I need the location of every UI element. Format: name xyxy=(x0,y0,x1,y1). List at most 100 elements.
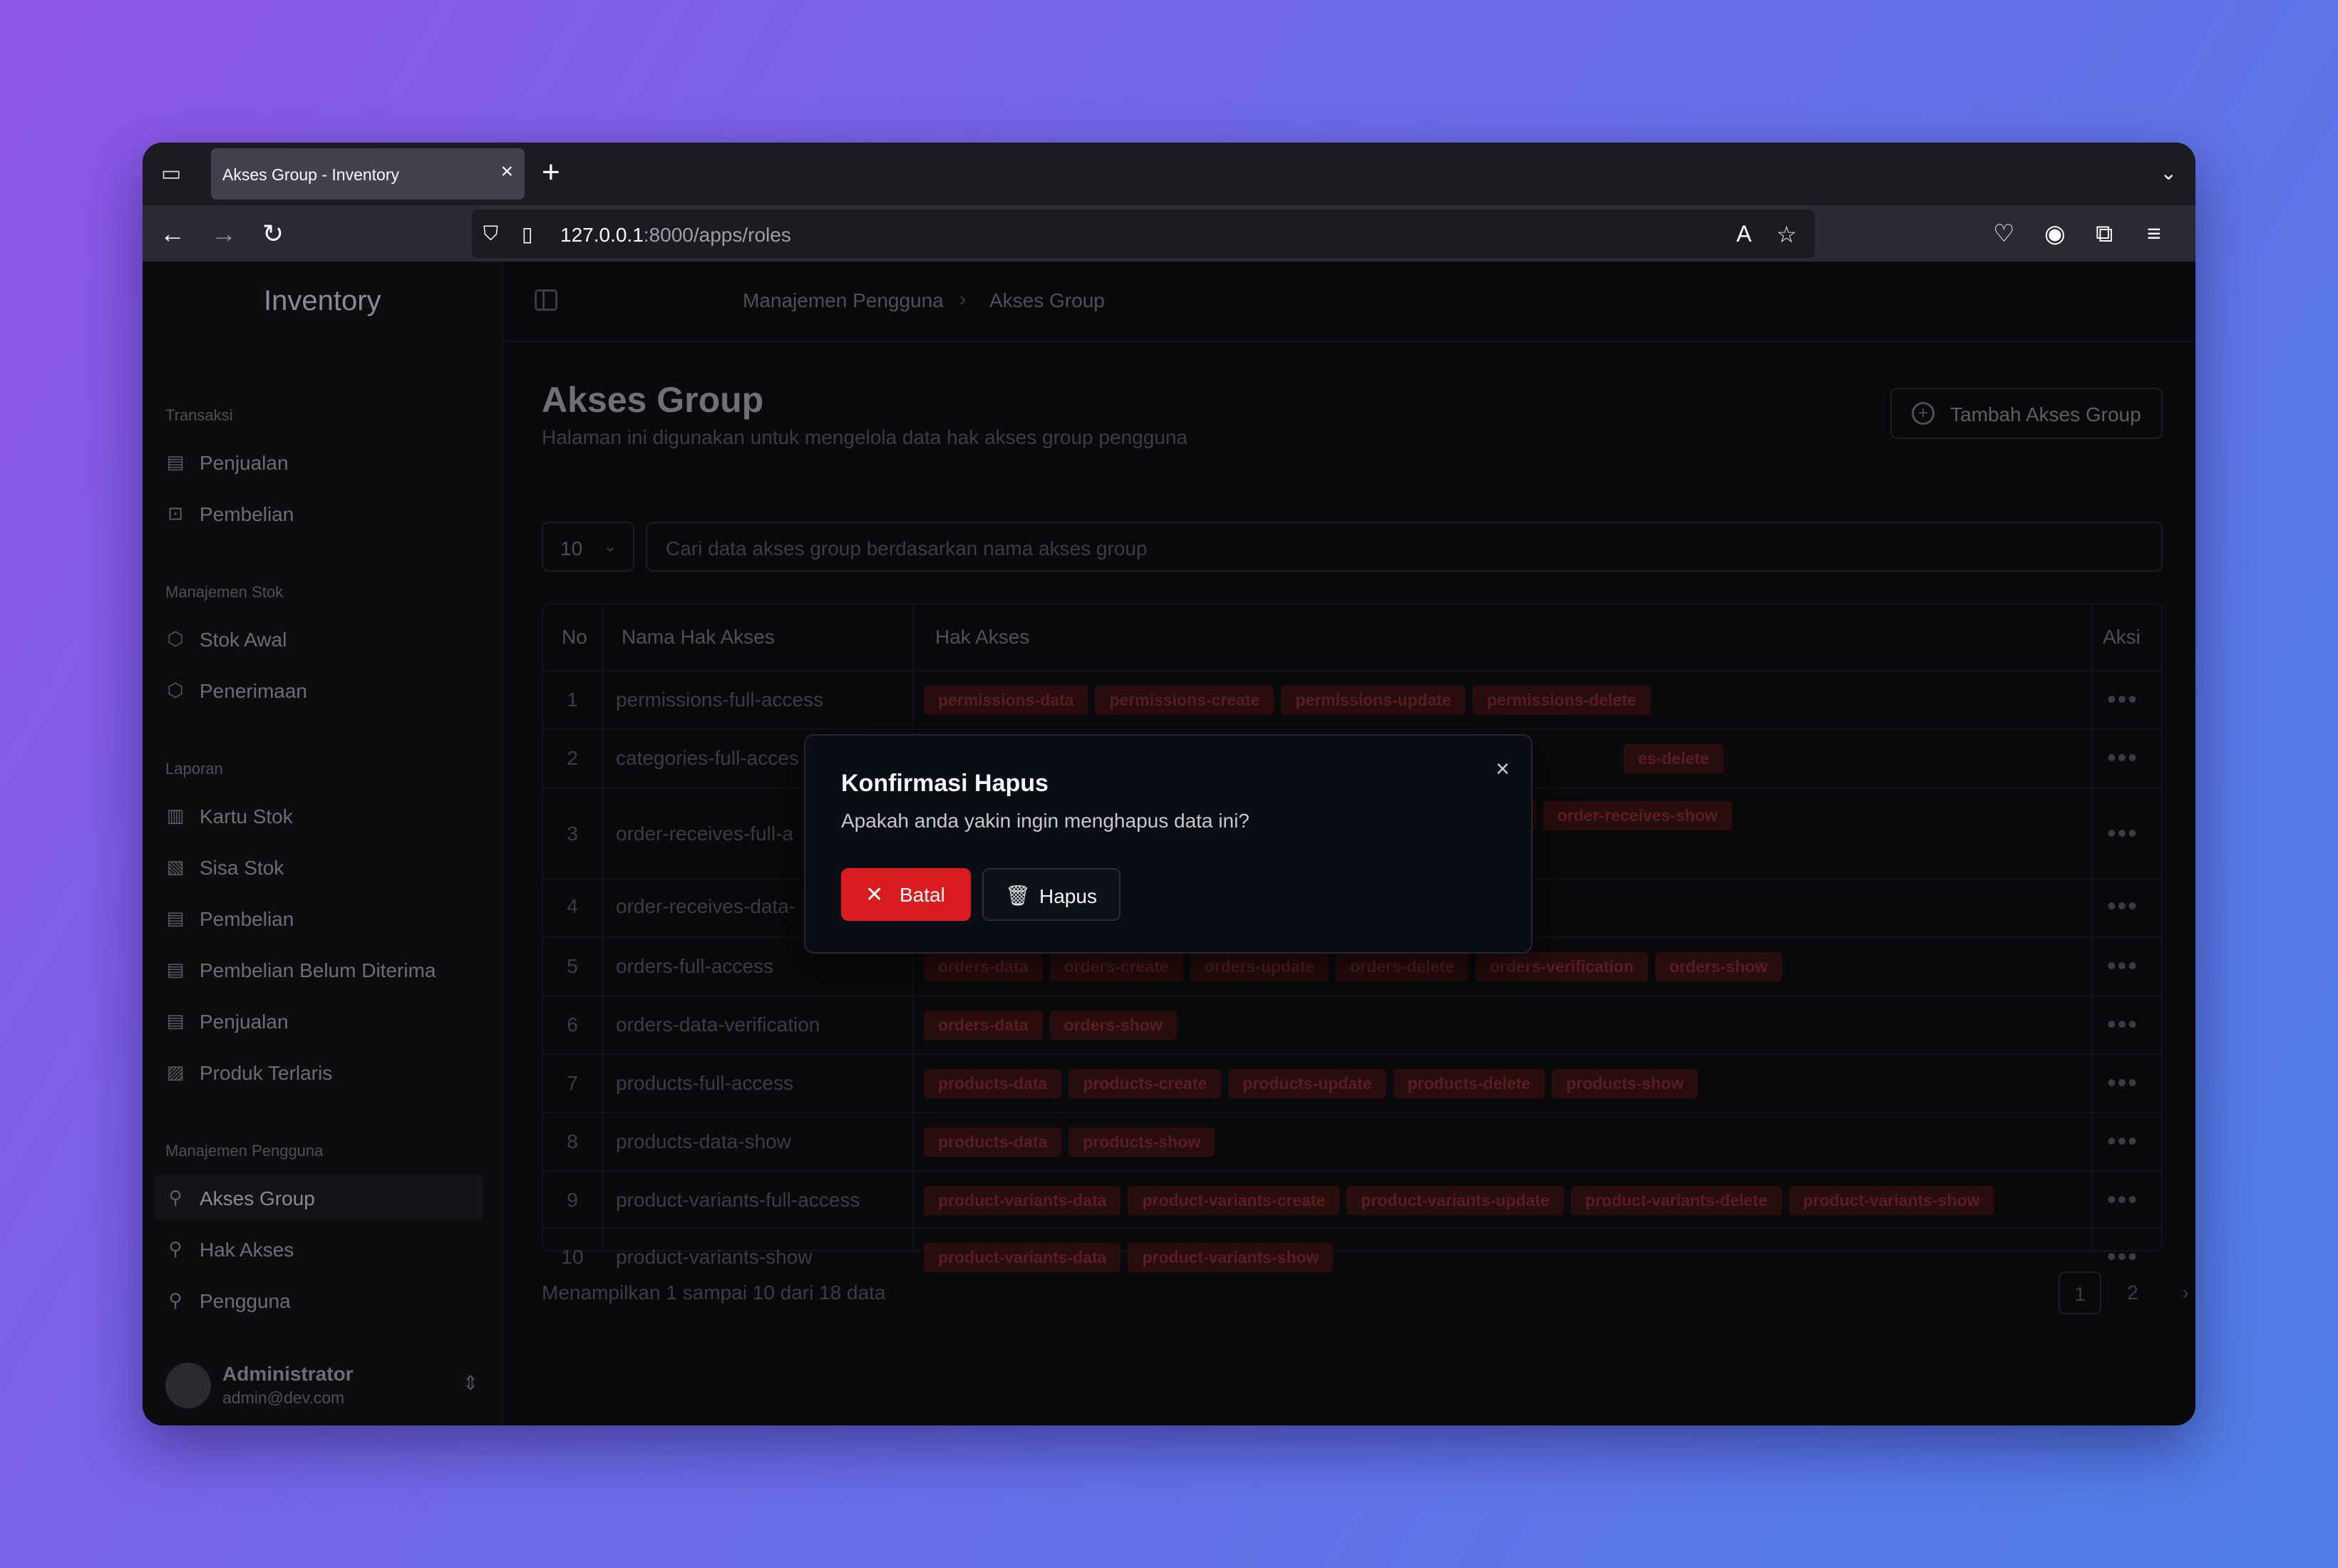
sidebar-item-produk-terlaris[interactable]: ▨ Produk Terlaris xyxy=(154,1049,483,1095)
permission-tag: orders-update xyxy=(1190,952,1329,981)
avatar xyxy=(165,1363,211,1408)
row-actions-more-icon[interactable]: ••• xyxy=(2107,891,2138,921)
user-email: admin@dev.com xyxy=(222,1388,345,1407)
next-page-button[interactable]: › xyxy=(2164,1272,2195,1314)
tab-list-chevron-icon[interactable]: ⌄ xyxy=(2161,161,2177,185)
page-info-icon[interactable]: ▯ xyxy=(522,222,532,246)
permission-tags: product-variants-data product-variants-s… xyxy=(924,1243,1334,1272)
breadcrumb-manajemen-pengguna[interactable]: Manajemen Pengguna xyxy=(743,289,944,312)
url-text[interactable]: 127.0.0.1:8000/apps/roles xyxy=(560,224,791,247)
sidebar-item-stok-awal[interactable]: ⬡ Stok Awal xyxy=(154,616,483,661)
close-icon[interactable]: × xyxy=(1495,755,1510,783)
permission-tag: product-variants-update xyxy=(1346,1186,1564,1215)
tab-close-icon[interactable]: × xyxy=(500,160,513,184)
tab-title: Akses Group - Inventory xyxy=(222,165,399,184)
permission-tag: orders-data xyxy=(924,1011,1043,1040)
users-icon: ⚲ xyxy=(168,1289,182,1311)
shield-icon[interactable]: ⛉ xyxy=(483,222,503,245)
section-transaksi: Transaksi xyxy=(165,406,233,424)
permission-tag: products-update xyxy=(1228,1069,1386,1098)
permission-tag: permissions-delete xyxy=(1472,686,1651,715)
permission-tag: permissions-create xyxy=(1095,686,1274,715)
account-icon[interactable]: ◉ xyxy=(2044,220,2066,248)
row-actions-more-icon[interactable]: ••• xyxy=(2107,1126,2138,1156)
browser-tab[interactable]: Akses Group - Inventory × xyxy=(211,148,525,200)
permission-tag: product-variants-delete xyxy=(1570,1186,1782,1215)
add-akses-group-button[interactable]: + Tambah Akses Group xyxy=(1890,388,2163,439)
sidebar-item-pengguna[interactable]: ⚲ Pengguna xyxy=(154,1277,483,1323)
translate-icon[interactable]: A xyxy=(1736,221,1751,247)
dialog-message: Apakah anda yakin ingin menghapus data i… xyxy=(841,810,1250,832)
row-actions-more-icon[interactable]: ••• xyxy=(2107,743,2138,773)
table-row: 7 products-full-access products-data pro… xyxy=(543,1053,2161,1112)
package-icon: ⬡ xyxy=(167,628,184,649)
url-bar[interactable]: ⛉ ▯ 127.0.0.1:8000/apps/roles A ☆ xyxy=(472,210,1815,258)
top-bar: Manajemen Pengguna › Akses Group xyxy=(503,262,2195,342)
sidebar-item-akses-group[interactable]: ⚲ Akses Group xyxy=(154,1175,483,1220)
header-no: No xyxy=(562,626,587,648)
menu-hamburger-icon[interactable]: ≡ xyxy=(2147,220,2161,248)
row-actions-more-icon[interactable]: ••• xyxy=(2107,1068,2138,1098)
dialog-title: Konfirmasi Hapus xyxy=(841,770,1049,797)
user-key-icon: ⚲ xyxy=(168,1187,182,1208)
permission-tag: orders-show xyxy=(1049,1011,1177,1040)
extensions-icon[interactable]: ⧉ xyxy=(2096,220,2113,248)
user-icon: ⚲ xyxy=(168,1238,182,1259)
report-chart-icon: ▥ xyxy=(166,805,185,826)
sidebar-item-pembelian[interactable]: ⊡ Pembelian xyxy=(154,490,483,536)
back-arrow-icon[interactable]: ← xyxy=(160,218,185,249)
row-actions-more-icon[interactable]: ••• xyxy=(2107,1242,2138,1272)
sidebar-item-sisa-stok[interactable]: ▧ Sisa Stok xyxy=(154,844,483,889)
sidebar-item-laporan-pembelian[interactable]: ▤ Pembelian xyxy=(154,895,483,941)
sidebar-item-laporan-penjualan[interactable]: ▤ Penjualan xyxy=(154,998,483,1043)
per-page-select[interactable]: 10 ⌄ xyxy=(542,522,634,572)
package-receive-icon: ⬡ xyxy=(167,679,184,701)
permission-tag: products-show xyxy=(1068,1128,1215,1157)
permission-tag: order-receives-show xyxy=(1543,801,1732,830)
document-pending-icon: ▤ xyxy=(166,959,185,980)
user-menu[interactable]: Administrator admin@dev.com ⇕ xyxy=(165,1357,486,1414)
permission-tag: permissions-data xyxy=(924,686,1088,715)
permission-tag: orders-create xyxy=(1049,952,1183,981)
new-tab-button[interactable]: + xyxy=(542,157,560,188)
row-actions-more-icon[interactable]: ••• xyxy=(2107,818,2138,848)
sidebar-item-pembelian-belum-diterima[interactable]: ▤ Pembelian Belum Diterima xyxy=(154,947,483,992)
breadcrumb-separator-icon: › xyxy=(959,288,967,310)
permission-tag: products-data xyxy=(924,1069,1062,1098)
section-manajemen-stok: Manajemen Stok xyxy=(165,583,284,601)
sidebar-toggle-icon[interactable] xyxy=(535,289,557,311)
sidebar-item-penjualan[interactable]: ▤ Penjualan xyxy=(154,439,483,485)
forward-arrow-icon[interactable]: → xyxy=(211,218,237,249)
table-row: 9 product-variants-full-access product-v… xyxy=(543,1170,2161,1229)
tab-bar: ▭ Akses Group - Inventory × + ⌄ xyxy=(143,143,2195,205)
header-nama-hak-akses: Nama Hak Akses xyxy=(622,626,775,648)
permission-tag: products-create xyxy=(1068,1069,1222,1098)
permission-tags: permissions-data permissions-create perm… xyxy=(924,686,1651,715)
row-actions-more-icon[interactable]: ••• xyxy=(2107,1009,2138,1039)
sidebar-item-hak-akses[interactable]: ⚲ Hak Akses xyxy=(154,1226,483,1272)
delete-button[interactable]: 🗑 Hapus xyxy=(982,868,1121,921)
row-actions-more-icon[interactable]: ••• xyxy=(2107,1185,2138,1214)
tab-overview-icon[interactable]: ▭ xyxy=(158,161,184,187)
permission-tag: product-variants-show xyxy=(1788,1186,1994,1215)
reload-icon[interactable]: ↻ xyxy=(262,218,284,249)
sidebar-item-kartu-stok[interactable]: ▥ Kartu Stok xyxy=(154,793,483,838)
sidebar: Inventory Transaksi ▤ Penjualan ⊡ Pembelia… xyxy=(143,262,503,1425)
pocket-icon[interactable]: ♡ xyxy=(1993,220,2014,248)
row-actions-more-icon[interactable]: ••• xyxy=(2107,951,2138,981)
row-actions-more-icon[interactable]: ••• xyxy=(2107,684,2138,714)
permission-tag: es-delete xyxy=(1624,744,1724,773)
document-icon: ▤ xyxy=(166,451,185,473)
sidebar-item-penerimaan[interactable]: ⬡ Penerimaan xyxy=(154,667,483,713)
permission-tag: products-delete xyxy=(1393,1069,1545,1098)
bookmark-star-icon[interactable]: ☆ xyxy=(1776,221,1797,248)
permission-tag: product-variants-data xyxy=(924,1186,1121,1215)
brand-title: Inventory xyxy=(264,285,381,316)
delete-confirmation-dialog: Konfirmasi Hapus × Apakah anda yakin ing… xyxy=(804,734,1533,954)
chevron-down-icon: ⌄ xyxy=(602,537,617,556)
table-row: 10 product-variants-show product-variant… xyxy=(543,1227,2161,1286)
search-input[interactable]: Cari data akses group berdasarkan nama a… xyxy=(646,522,2163,572)
table-row: 1 permissions-full-access permissions-da… xyxy=(543,670,2161,728)
cancel-button[interactable]: ✕ Batal xyxy=(841,868,971,921)
permission-tag: permissions-update xyxy=(1281,686,1466,715)
